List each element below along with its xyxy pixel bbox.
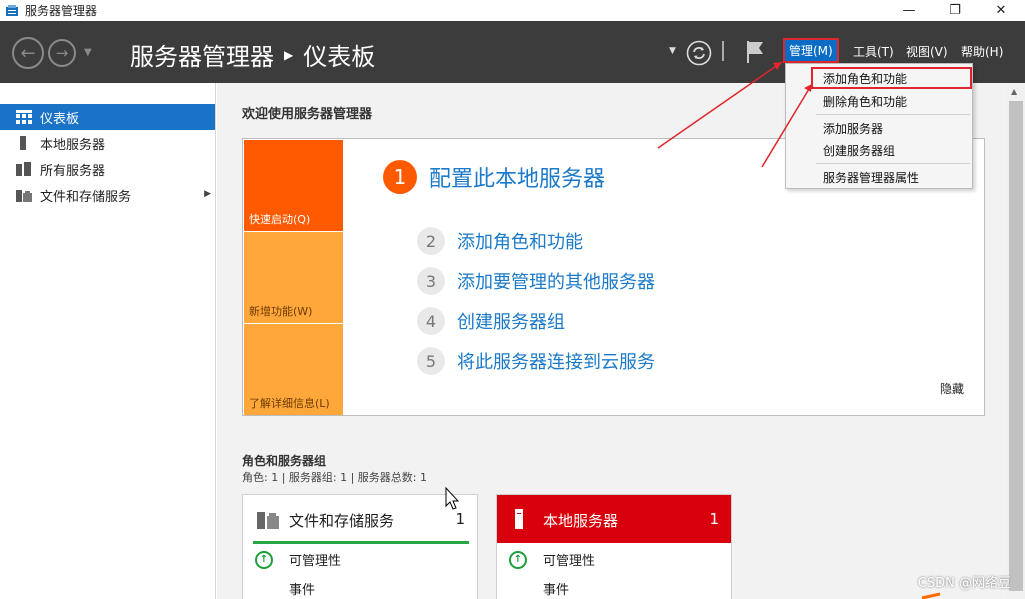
ok-status-icon: ↑ [255,550,273,569]
step-number: 5 [417,347,445,375]
tile-learn-more[interactable]: 了解详细信息(L) [244,324,343,415]
sidebar: 仪表板 本地服务器 所有服务器 文件和存储服务 ▶ [0,83,216,599]
menu-view[interactable]: 视图(V) [906,43,948,60]
step-connect-cloud[interactable]: 5 将此服务器连接到云服务 [417,347,655,375]
step-link[interactable]: 添加角色和功能 [457,228,583,254]
step-link[interactable]: 添加要管理的其他服务器 [457,268,655,294]
ok-status-icon: ↑ [509,550,527,569]
tile-quick-start[interactable]: 快速启动(Q) [244,140,343,231]
window-title: 服务器管理器 [25,4,98,18]
row-label: 事件 [289,583,316,598]
menu-tools[interactable]: 工具(T) [853,43,894,60]
card-row-events[interactable]: 事件 [289,579,315,598]
server-icon [16,136,32,150]
close-icon[interactable]: ✕ [978,0,1024,21]
restore-icon[interactable]: ❐ [932,0,978,21]
title-bar: 服务器管理器 — ❐ ✕ [0,0,1025,21]
hide-link[interactable]: 隐藏 [940,380,964,397]
step-configure-local-server[interactable]: 1 配置此本地服务器 [383,160,605,194]
row-label: 可管理性 [543,554,596,569]
header-divider [722,41,724,61]
menu-separator [816,114,970,115]
history-dropdown-icon[interactable]: ▼ [84,47,92,58]
sidebar-item-label: 文件和存储服务 [40,189,132,205]
breadcrumb-app[interactable]: 服务器管理器 [130,37,274,72]
step-link[interactable]: 创建服务器组 [457,308,565,334]
forward-arrow-icon[interactable]: → [48,39,76,67]
card-header[interactable]: 本地服务器 1 [497,495,731,543]
breadcrumb-page: 仪表板 [303,43,376,71]
roles-summary: 角色: 1 | 服务器组: 1 | 服务器总数: 1 [242,471,428,484]
role-card-file-storage[interactable]: 文件和存储服务 1 ↑ 可管理性 事件 [242,494,478,599]
sidebar-item-all-servers[interactable]: 所有服务器 [0,156,215,182]
card-row-events[interactable]: 事件 [543,579,569,598]
server-manager-app-icon [5,4,19,18]
refresh-icon[interactable] [686,40,712,70]
menu-item-properties[interactable]: 服务器管理器属性 [786,166,972,188]
step-number: 1 [383,160,417,194]
step-add-roles[interactable]: 2 添加角色和功能 [417,227,583,255]
refresh-dropdown-icon[interactable]: ▼ [669,46,676,56]
server-icon [513,509,527,533]
sidebar-item-label: 仪表板 [40,111,80,127]
menu-manage[interactable]: 管理(M) [783,38,839,63]
sidebar-item-file-storage[interactable]: 文件和存储服务 ▶ [0,182,215,208]
notifications-flag-icon[interactable] [745,40,765,68]
step-number: 2 [417,227,445,255]
minimize-icon[interactable]: — [886,0,932,21]
menu-separator [816,163,970,164]
card-title: 本地服务器 [543,512,619,530]
scroll-thumb[interactable] [1009,101,1023,591]
role-card-local-server[interactable]: 本地服务器 1 ↑ 可管理性 事件 [496,494,732,599]
row-label: 可管理性 [289,554,342,569]
sidebar-item-label: 本地服务器 [40,137,106,153]
file-storage-icon [16,188,32,202]
back-arrow-icon[interactable]: ← [12,37,44,69]
dashboard-icon [16,110,32,124]
scroll-up-icon[interactable]: ▲ [1011,87,1017,96]
breadcrumb-separator-icon: ▶ [284,47,294,62]
card-count: 1 [455,510,465,528]
card-header[interactable]: 文件和存储服务 1 [243,495,477,543]
sidebar-item-local-server[interactable]: 本地服务器 [0,130,215,156]
servers-icon [16,162,32,176]
card-count: 1 [709,510,719,528]
sidebar-item-dashboard[interactable]: 仪表板 [0,104,215,130]
breadcrumb: 服务器管理器 ▶ 仪表板 [130,37,375,72]
card-row-manageability[interactable]: ↑ 可管理性 [255,550,341,569]
menu-item-add-roles[interactable]: 添加角色和功能 [811,67,972,89]
manage-dropdown-menu: 添加角色和功能 删除角色和功能 添加服务器 创建服务器组 服务器管理器属性 [785,63,973,189]
sidebar-item-label: 所有服务器 [40,163,106,179]
welcome-title: 欢迎使用服务器管理器 [242,107,373,122]
row-label: 事件 [543,583,570,598]
expand-arrow-icon[interactable]: ▶ [204,189,211,199]
step-number: 4 [417,307,445,335]
menu-help[interactable]: 帮助(H) [961,43,1003,60]
card-status-bar [253,541,469,544]
watermark: CSDN @网络豆 [917,576,1011,591]
menu-item-create-group[interactable]: 创建服务器组 [786,139,972,161]
roles-section-title: 角色和服务器组 [242,454,327,468]
step-create-group[interactable]: 4 创建服务器组 [417,307,565,335]
step-link[interactable]: 将此服务器连接到云服务 [457,348,655,374]
card-row-manageability[interactable]: ↑ 可管理性 [509,550,595,569]
tile-whats-new[interactable]: 新增功能(W) [244,232,343,323]
menu-item-add-servers[interactable]: 添加服务器 [786,117,972,139]
vertical-scrollbar[interactable]: ▲ [1007,83,1025,599]
menu-item-remove-roles[interactable]: 删除角色和功能 [786,90,972,112]
step-link[interactable]: 配置此本地服务器 [429,161,605,193]
file-storage-icon [257,509,279,533]
step-add-servers[interactable]: 3 添加要管理的其他服务器 [417,267,655,295]
card-title: 文件和存储服务 [289,512,395,530]
step-number: 3 [417,267,445,295]
